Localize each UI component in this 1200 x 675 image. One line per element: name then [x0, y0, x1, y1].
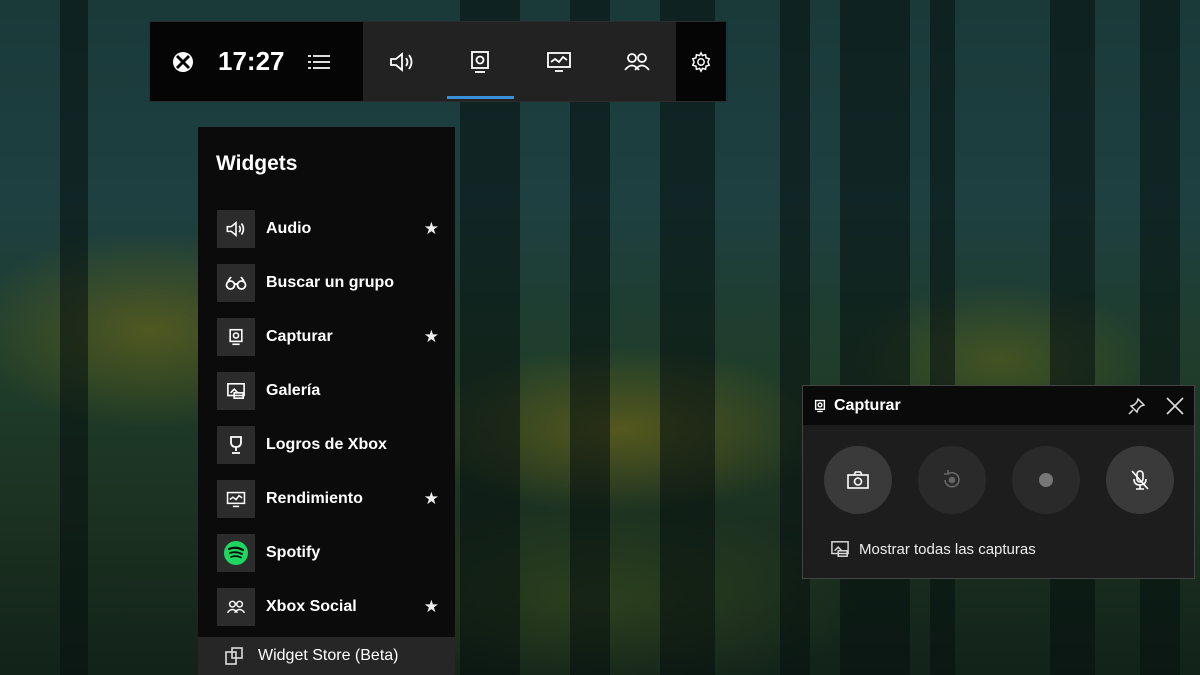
gallery-icon	[830, 540, 850, 558]
performance-icon[interactable]	[520, 22, 598, 101]
widget-item-rendimiento[interactable]: Rendimiento ★	[217, 479, 439, 519]
widget-item-buscar-grupo[interactable]: Buscar un grupo	[217, 263, 439, 303]
store-icon	[224, 646, 244, 666]
capture-icon	[814, 399, 826, 413]
widget-item-audio[interactable]: Audio ★	[217, 209, 439, 249]
capture-icon	[217, 318, 255, 356]
capture-widget-header[interactable]: Capturar	[803, 386, 1194, 425]
spotify-icon	[217, 534, 255, 572]
widget-item-galeria[interactable]: Galería	[217, 371, 439, 411]
widget-item-label: Spotify	[266, 544, 321, 561]
widgets-title: Widgets	[216, 152, 298, 175]
favorite-star-icon[interactable]: ★	[424, 489, 439, 509]
widgets-menu: Widgets Audio ★ Buscar un grupo Capturar…	[198, 127, 455, 675]
record-icon	[1038, 472, 1054, 488]
favorite-star-icon[interactable]: ★	[424, 597, 439, 617]
widget-item-capturar[interactable]: Capturar ★	[217, 317, 439, 357]
capture-icon[interactable]	[441, 22, 519, 101]
xbox-social-icon[interactable]	[598, 22, 676, 101]
menu-icon[interactable]	[308, 54, 330, 70]
trophy-icon	[217, 426, 255, 464]
binoculars-icon	[217, 264, 255, 302]
xbox-logo-icon[interactable]	[163, 50, 203, 74]
widget-store-label: Widget Store (Beta)	[258, 647, 399, 664]
speaker-icon	[217, 210, 255, 248]
record-button[interactable]	[1012, 446, 1080, 514]
widget-item-label: Audio	[266, 220, 312, 237]
performance-icon	[217, 480, 255, 518]
widget-item-label: Rendimiento	[266, 490, 363, 507]
widget-store-button[interactable]: Widget Store (Beta)	[198, 637, 455, 675]
mic-off-icon	[1130, 469, 1150, 491]
widget-item-spotify[interactable]: Spotify	[217, 533, 439, 573]
pin-icon[interactable]	[1128, 397, 1146, 415]
screenshot-button[interactable]	[824, 446, 892, 514]
microphone-toggle-button[interactable]	[1106, 446, 1174, 514]
widget-item-label: Logros de Xbox	[266, 436, 387, 453]
gallery-icon	[217, 372, 255, 410]
capture-widget-title: Capturar	[834, 396, 901, 414]
people-icon	[217, 588, 255, 626]
widget-item-label: Xbox Social	[266, 598, 357, 615]
game-bar-home-section: 17:27	[150, 22, 363, 101]
widget-item-label: Capturar	[266, 328, 333, 345]
widget-item-label: Buscar un grupo	[266, 274, 395, 291]
game-bar: 17:27	[149, 21, 728, 102]
record-last-icon	[941, 469, 963, 491]
widget-toolbar	[363, 22, 676, 101]
show-all-captures-link[interactable]: Mostrar todas las capturas	[830, 540, 1036, 558]
record-last-button[interactable]	[918, 446, 986, 514]
widget-item-logros[interactable]: Logros de Xbox	[217, 425, 439, 465]
widget-item-label: Galería	[266, 382, 321, 399]
clock: 17:27	[218, 46, 285, 76]
audio-icon[interactable]	[363, 22, 441, 101]
show-all-captures-label: Mostrar todas las capturas	[859, 540, 1036, 558]
camera-icon	[847, 471, 869, 489]
settings-icon[interactable]	[676, 22, 726, 101]
favorite-star-icon[interactable]: ★	[424, 327, 439, 347]
widget-item-xbox-social[interactable]: Xbox Social ★	[217, 587, 439, 627]
capture-widget: Capturar Mostrar todas las capturas	[802, 385, 1195, 579]
favorite-star-icon[interactable]: ★	[424, 219, 439, 239]
close-icon[interactable]	[1166, 396, 1184, 415]
